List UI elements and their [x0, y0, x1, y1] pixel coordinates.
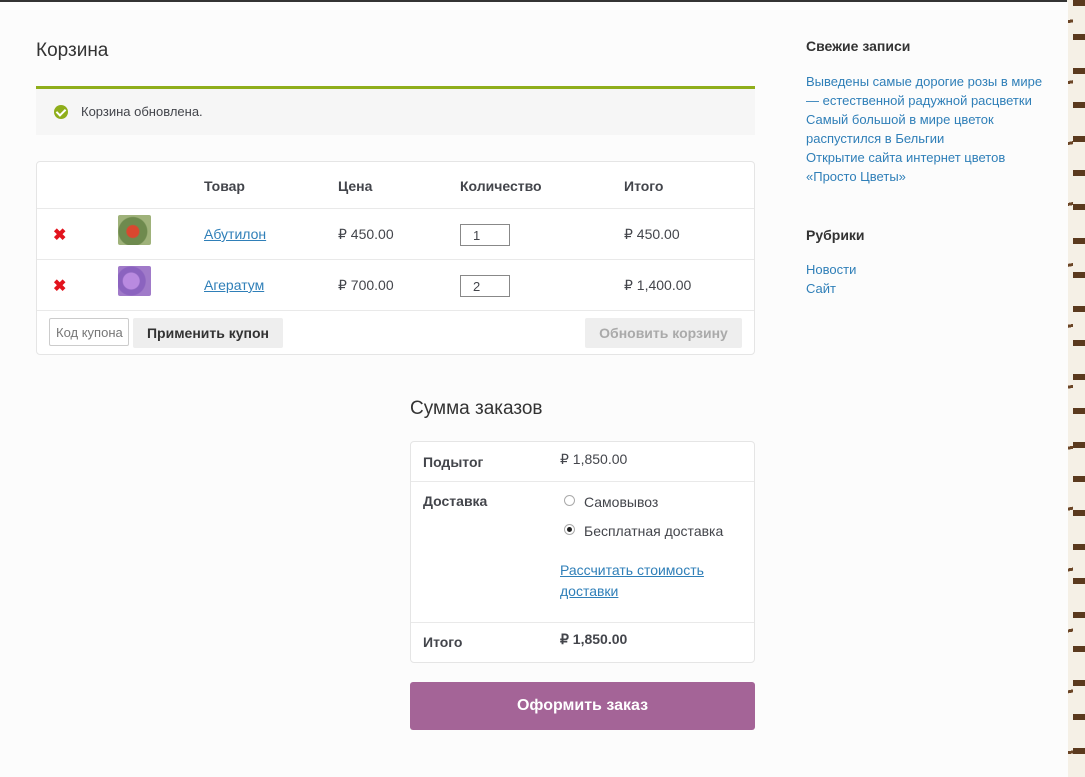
- shipping-option-label[interactable]: Самовывоз: [584, 494, 658, 510]
- product-price: ₽ 450.00: [338, 226, 394, 242]
- page-content: Корзина Корзина обновлена. Товар Цена Ко…: [0, 2, 1068, 777]
- page-title: Корзина: [36, 40, 109, 61]
- apply-coupon-button[interactable]: Применить купон: [133, 318, 283, 348]
- shipping-radio-free[interactable]: [564, 524, 575, 535]
- recent-post-link[interactable]: Открытие сайта интернет цветов «Просто Ц…: [806, 148, 1056, 186]
- header-quantity: Количество: [460, 178, 542, 194]
- header-price: Цена: [338, 178, 373, 194]
- cart-table: Товар Цена Количество Итого ✖ Абутилон ₽…: [36, 161, 755, 355]
- subtotal-value: ₽ 1,850.00: [560, 451, 628, 467]
- check-circle-icon: [54, 105, 68, 119]
- recent-posts-list: Выведены самые дорогие розы в мире — ест…: [806, 72, 1056, 186]
- shipping-label: Доставка: [423, 493, 488, 509]
- quantity-input[interactable]: 1: [460, 224, 510, 246]
- row-divider: [37, 208, 754, 209]
- row-divider: [37, 259, 754, 260]
- remove-item-icon[interactable]: ✖: [53, 225, 66, 245]
- product-link[interactable]: Абутилон: [204, 226, 266, 242]
- row-divider: [37, 310, 754, 311]
- order-total-value: ₽ 1,850.00: [560, 631, 628, 647]
- calculate-shipping-link[interactable]: Рассчитать стоимость доставки: [560, 560, 730, 602]
- recent-posts-title: Свежие записи: [806, 38, 911, 54]
- checkout-button[interactable]: Оформить заказ: [410, 682, 755, 730]
- shipping-option-label[interactable]: Бесплатная доставка: [584, 523, 723, 539]
- header-product: Товар: [204, 178, 245, 194]
- subtotal-label: Подытог: [423, 454, 484, 470]
- header-total: Итого: [624, 178, 664, 194]
- remove-item-icon[interactable]: ✖: [53, 276, 66, 296]
- category-link[interactable]: Новости: [806, 260, 1056, 279]
- product-thumbnail[interactable]: [118, 215, 151, 245]
- category-link[interactable]: Сайт: [806, 279, 1056, 298]
- recent-post-link[interactable]: Выведены самые дорогие розы в мире — ест…: [806, 72, 1056, 110]
- product-subtotal: ₽ 450.00: [624, 226, 680, 242]
- product-subtotal: ₽ 1,400.00: [624, 277, 692, 293]
- row-divider: [411, 622, 754, 623]
- background-decoration: [1073, 0, 1085, 777]
- shipping-radio-pickup[interactable]: [564, 495, 575, 506]
- cart-updated-notice: Корзина обновлена.: [36, 86, 755, 135]
- product-link[interactable]: Агератум: [204, 277, 264, 293]
- row-divider: [411, 481, 754, 482]
- notice-message: Корзина обновлена.: [81, 104, 203, 119]
- coupon-code-input[interactable]: Код купона: [49, 318, 129, 346]
- cart-totals-title: Сумма заказов: [410, 398, 543, 419]
- categories-title: Рубрики: [806, 227, 865, 243]
- categories-list: Новости Сайт: [806, 260, 1056, 298]
- update-cart-button[interactable]: Обновить корзину: [585, 318, 742, 348]
- order-total-label: Итого: [423, 634, 463, 650]
- quantity-input[interactable]: 2: [460, 275, 510, 297]
- recent-post-link[interactable]: Самый большой в мире цветок распустился …: [806, 110, 1056, 148]
- product-thumbnail[interactable]: [118, 266, 151, 296]
- product-price: ₽ 700.00: [338, 277, 394, 293]
- cart-totals-table: Подытог ₽ 1,850.00 Доставка Самовывоз Бе…: [410, 441, 755, 663]
